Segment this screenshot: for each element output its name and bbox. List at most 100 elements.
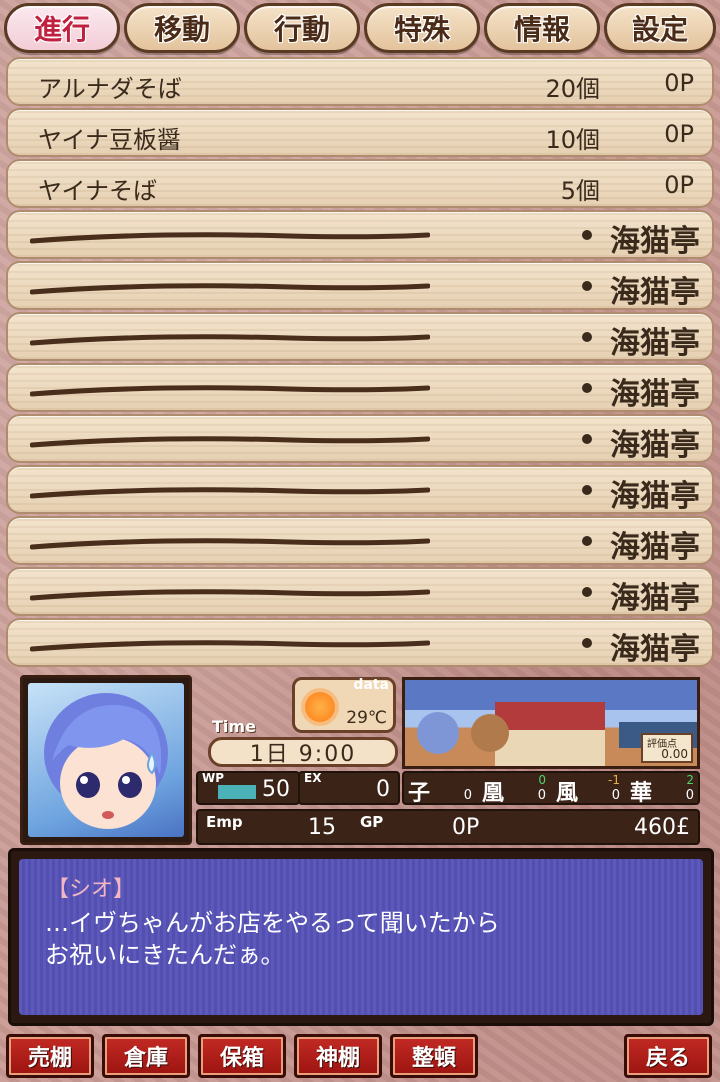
affinity-ka: 華 2 0 <box>626 773 698 806</box>
sun-icon <box>305 692 335 722</box>
empty-slot-row[interactable]: 海猫亭 <box>6 261 714 310</box>
shrine-shelf-button[interactable]: 神棚 <box>294 1034 382 1078</box>
tab-info[interactable]: 情報 <box>484 3 600 53</box>
empty-slot-stroke <box>30 334 430 346</box>
empty-slot-row[interactable]: 海猫亭 <box>6 465 714 514</box>
character-portrait <box>20 675 192 845</box>
dialog-line-1: …イヴちゃんがお店をやるって聞いたから <box>45 909 500 937</box>
item-points: 0P <box>664 120 694 148</box>
shop-name: 海猫亭 <box>610 326 700 361</box>
item-quantity: 20個 <box>545 75 600 103</box>
tab-bar: 進行 移動 行動 特殊 情報 設定 <box>0 0 720 56</box>
gp-value: 0P <box>452 815 480 840</box>
shop-name: 海猫亭 <box>610 479 700 514</box>
emp-label: Emp <box>206 813 243 831</box>
shop-wall <box>495 730 605 766</box>
dialog-panel: 【シオ】 …イヴちゃんがお店をやるって聞いたから お祝いにきたんだぁ。 <box>19 859 703 1015</box>
sell-shelf-button[interactable]: 売棚 <box>6 1034 94 1078</box>
gold-value: 460£ <box>634 815 690 840</box>
bullet-icon <box>582 434 592 444</box>
empty-slot-stroke <box>30 487 430 499</box>
wp-bar: WP 50 <box>196 771 300 805</box>
weather-label: data <box>353 677 389 693</box>
affinity-ko: 子 0 <box>404 773 476 806</box>
shop-name: 海猫亭 <box>610 581 700 616</box>
bullet-icon <box>582 485 592 495</box>
tab-settings[interactable]: 設定 <box>604 3 716 53</box>
character-sprite-boy <box>471 714 509 752</box>
shop-name: 海猫亭 <box>610 377 700 412</box>
affinity-ou: 凰 0 0 <box>478 773 550 806</box>
affinity-delta: 0 <box>538 773 546 787</box>
status-panel: data 29℃ Time 1日 9:00 評価点 0.00 WP 50 EX … <box>196 675 700 845</box>
emp-value: 15 <box>308 815 336 840</box>
empty-slot-stroke <box>30 640 430 652</box>
bullet-icon <box>582 587 592 597</box>
affinity-fu: 風 -1 0 <box>552 773 624 806</box>
tab-action[interactable]: 行動 <box>244 3 360 53</box>
organize-button[interactable]: 整頓 <box>390 1034 478 1078</box>
item-points: 0P <box>664 69 694 97</box>
item-quantity: 5個 <box>560 177 600 205</box>
list-item[interactable]: ヤイナそば 5個 0P <box>6 159 714 208</box>
ex-value: 0 <box>376 777 390 802</box>
bullet-icon <box>582 638 592 648</box>
item-name: ヤイナそば <box>38 177 158 205</box>
affinity-bar: 子 0 凰 0 0 風 -1 0 華 2 0 <box>402 771 700 806</box>
shop-name: 海猫亭 <box>610 224 700 259</box>
affinity-value: 0 <box>611 788 620 803</box>
safe-box-button[interactable]: 保箱 <box>198 1034 286 1078</box>
shop-name: 海猫亭 <box>610 632 700 667</box>
bullet-icon <box>582 536 592 546</box>
empty-slot-row[interactable]: 海猫亭 <box>6 210 714 259</box>
empty-slot-stroke <box>30 538 430 550</box>
dialog-line-2: お祝いにきたんだぁ。 <box>45 941 285 969</box>
bullet-icon <box>582 281 592 291</box>
wp-label: WP <box>202 771 225 785</box>
empty-slot-stroke <box>30 232 430 244</box>
back-button[interactable]: 戻る <box>624 1034 712 1078</box>
empty-slot-stroke <box>30 436 430 448</box>
item-points: 0P <box>664 171 694 199</box>
bullet-icon <box>582 230 592 240</box>
list-item[interactable]: ヤイナ豆板醤 10個 0P <box>6 108 714 157</box>
time-label: Time <box>212 717 256 736</box>
shop-roof <box>495 702 605 730</box>
tab-special[interactable]: 特殊 <box>364 3 480 53</box>
tab-move[interactable]: 移動 <box>124 3 240 53</box>
character-face-image <box>28 683 184 837</box>
ex-bar: EX 0 <box>298 771 400 805</box>
item-name: アルナダそば <box>38 75 182 103</box>
storage-button[interactable]: 倉庫 <box>102 1034 190 1078</box>
empty-slot-row[interactable]: 海猫亭 <box>6 618 714 667</box>
tab-progress[interactable]: 進行 <box>4 3 120 53</box>
item-name: ヤイナ豆板醤 <box>38 126 182 154</box>
scene-view: 評価点 0.00 <box>402 677 700 769</box>
list-item[interactable]: アルナダそば 20個 0P <box>6 57 714 106</box>
affinity-char: 風 <box>556 781 579 806</box>
empty-slot-stroke <box>30 589 430 601</box>
dialog-box[interactable]: 【シオ】 …イヴちゃんがお店をやるって聞いたから お祝いにきたんだぁ。 <box>8 848 714 1026</box>
affinity-char: 子 <box>408 781 431 806</box>
gp-label: GP <box>360 813 384 831</box>
shop-name: 海猫亭 <box>610 530 700 565</box>
empty-slot-row[interactable]: 海猫亭 <box>6 567 714 616</box>
empty-slot-row[interactable]: 海猫亭 <box>6 516 714 565</box>
affinity-delta: 2 <box>686 773 694 787</box>
affinity-value: 0 <box>463 788 472 803</box>
empty-slot-row[interactable]: 海猫亭 <box>6 363 714 412</box>
empty-slot-row[interactable]: 海猫亭 <box>6 312 714 361</box>
bullet-icon <box>582 332 592 342</box>
bullet-icon <box>582 383 592 393</box>
affinity-char: 華 <box>630 781 653 806</box>
empty-slot-row[interactable]: 海猫亭 <box>6 414 714 463</box>
character-sprite-shio <box>417 712 459 754</box>
ex-label: EX <box>304 771 322 785</box>
evaluation-box: 評価点 0.00 <box>641 733 693 763</box>
evaluation-value: 0.00 <box>661 747 688 761</box>
affinity-value: 0 <box>537 788 546 803</box>
wp-value: 50 <box>262 777 290 802</box>
speaker-name: 【シオ】 <box>47 877 136 902</box>
shop-name: 海猫亭 <box>610 275 700 310</box>
empty-slot-stroke <box>30 385 430 397</box>
